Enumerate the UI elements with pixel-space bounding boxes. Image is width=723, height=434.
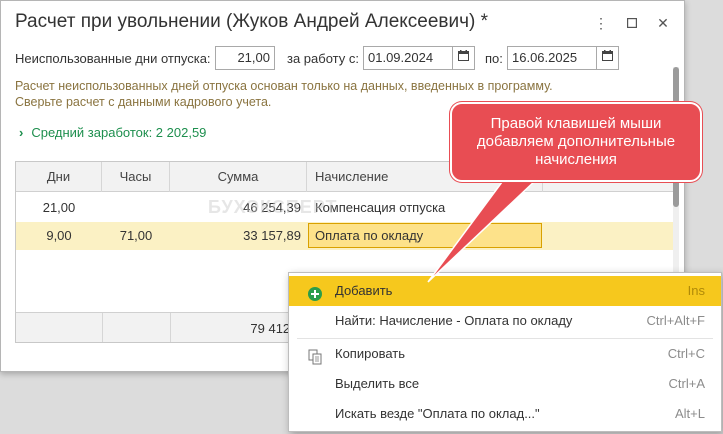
column-header-hours[interactable]: Часы bbox=[102, 162, 170, 192]
watermark-logo: БУХЭКСПЕРТ bbox=[208, 197, 338, 217]
menu-item-shortcut: Ctrl+C bbox=[667, 346, 705, 361]
menu-item-add[interactable]: Добавить Ins bbox=[289, 276, 721, 306]
menu-item-label: Искать везде "Оплата по оклад..." bbox=[335, 406, 540, 421]
cell-days: 21,00 bbox=[42, 200, 76, 215]
kebab-menu-icon[interactable]: ⋮ bbox=[591, 13, 611, 33]
unused-days-field[interactable]: 21,00 bbox=[215, 46, 275, 70]
period-to-label: по: bbox=[485, 51, 503, 66]
menu-item-find[interactable]: Найти: Начисление - Оплата по окладу Ctr… bbox=[289, 306, 721, 336]
table-row[interactable]: 21,00 46 254,39 Компенсация отпуска bbox=[16, 194, 674, 222]
copy-icon bbox=[307, 346, 323, 365]
period-from-field[interactable]: 01.09.2024 bbox=[363, 46, 453, 70]
cell-hours bbox=[102, 194, 170, 222]
menu-item-label: Найти: Начисление - Оплата по окладу bbox=[335, 313, 573, 328]
chevron-right-icon: › bbox=[19, 125, 24, 140]
footer-sum: 79 412,2 bbox=[250, 321, 301, 336]
average-earnings-link[interactable]: › Средний заработок: 2 202,59 bbox=[19, 125, 206, 140]
menu-item-shortcut: Ins bbox=[687, 283, 705, 298]
column-divider bbox=[102, 313, 103, 342]
callout-line: начисления bbox=[535, 151, 617, 168]
cell-hours: 71,00 bbox=[119, 228, 153, 243]
window-title: Расчет при увольнении (Жуков Андрей Алек… bbox=[15, 11, 489, 32]
note-line: Расчет неиспользованных дней отпуска осн… bbox=[15, 79, 553, 93]
calendar-icon[interactable] bbox=[453, 46, 475, 70]
maximize-icon[interactable] bbox=[622, 13, 642, 33]
close-icon[interactable]: ✕ bbox=[653, 13, 673, 33]
menu-item-label: Выделить все bbox=[335, 376, 420, 391]
menu-item-label: Копировать bbox=[335, 346, 405, 361]
menu-item-search-everywhere[interactable]: Искать везде "Оплата по оклад..." Alt+L bbox=[289, 399, 721, 429]
column-header-sum[interactable]: Сумма bbox=[170, 162, 307, 192]
callout-line: Правой клавишей мыши bbox=[490, 115, 662, 132]
menu-item-shortcut: Ctrl+A bbox=[668, 376, 705, 391]
cell-sum: 33 157,89 bbox=[243, 228, 301, 243]
vacation-row: Неиспользованные дни отпуска: 21,00 за р… bbox=[1, 46, 686, 72]
menu-item-select-all[interactable]: Выделить все Ctrl+A bbox=[289, 369, 721, 399]
cell-accrual: Компенсация отпуска bbox=[315, 200, 446, 215]
context-menu: Добавить Ins Найти: Начисление - Оплата … bbox=[288, 272, 722, 432]
add-icon bbox=[307, 283, 323, 301]
table-row-selected[interactable]: 9,00 71,00 33 157,89 Оплата по окладу bbox=[16, 222, 674, 250]
menu-item-copy[interactable]: Копировать Ctrl+C bbox=[289, 339, 721, 369]
average-earnings-label: Средний заработок: 2 202,59 bbox=[31, 125, 207, 140]
unused-days-label: Неиспользованные дни отпуска: bbox=[15, 51, 211, 66]
menu-item-label: Добавить bbox=[335, 283, 393, 298]
column-header-days[interactable]: Дни bbox=[16, 162, 102, 192]
menu-item-shortcut: Alt+L bbox=[675, 406, 705, 421]
annotation-callout: Правой клавишей мыши добавляем дополните… bbox=[450, 102, 702, 182]
callout-line: добавляем дополнительные bbox=[476, 133, 676, 150]
cell-accrual-focused[interactable]: Оплата по окладу bbox=[308, 223, 542, 248]
cell-days: 9,00 bbox=[46, 228, 72, 243]
menu-item-shortcut: Ctrl+Alt+F bbox=[646, 313, 705, 328]
period-from-label: за работу с: bbox=[287, 51, 359, 66]
calendar-icon[interactable] bbox=[597, 46, 619, 70]
period-to-field[interactable]: 16.06.2025 bbox=[507, 46, 597, 70]
